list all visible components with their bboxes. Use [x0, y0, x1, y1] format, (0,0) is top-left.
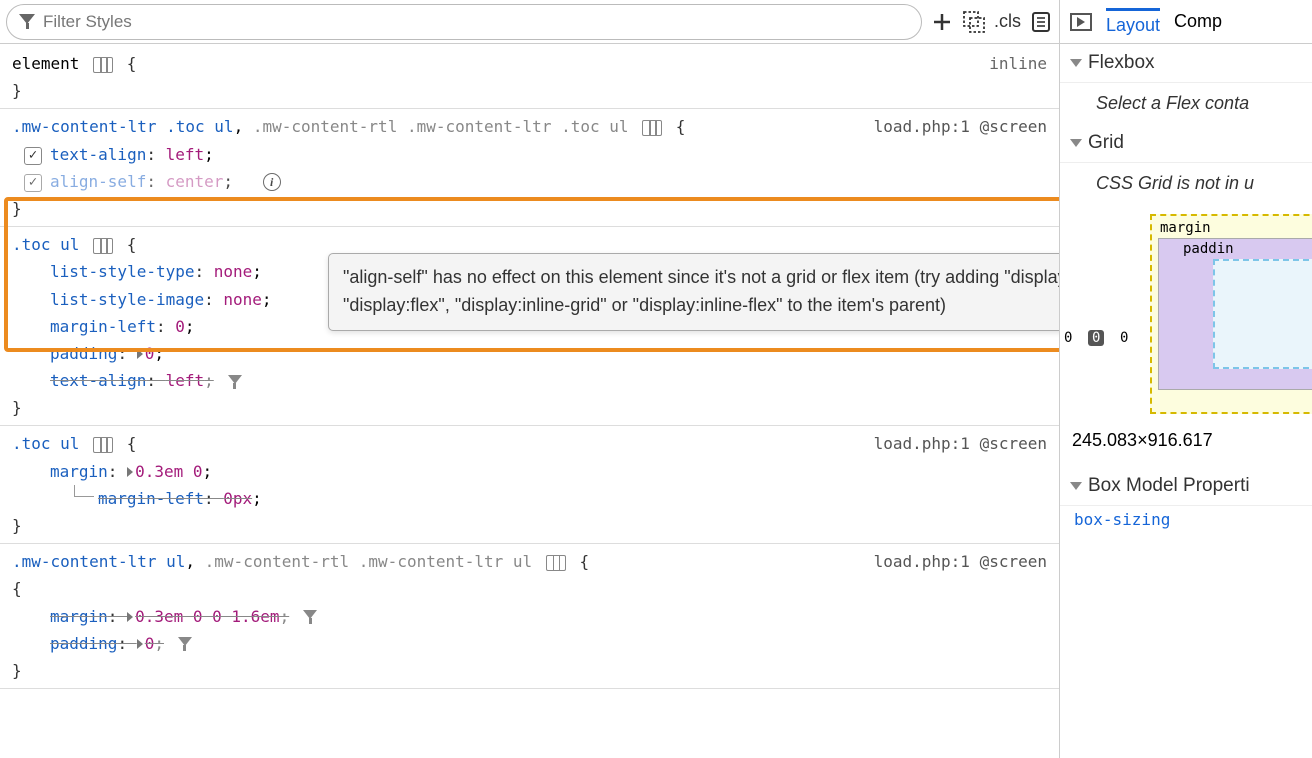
declaration-toggle[interactable]: ✓: [24, 147, 42, 165]
declaration[interactable]: ✓ align-self: center; i: [12, 168, 1047, 195]
cls-toggle[interactable]: .cls: [994, 11, 1021, 32]
declaration[interactable]: ✓ text-align: left;: [12, 141, 1047, 168]
filter-icon: [19, 14, 35, 30]
expand-twisty[interactable]: [137, 639, 143, 649]
section-grid-body: CSS Grid is not in u: [1060, 163, 1312, 204]
selector[interactable]: .toc ul {: [12, 430, 136, 457]
box-sizing-prop[interactable]: box-sizing: [1060, 506, 1312, 533]
declaration[interactable]: margin: 0.3em 0 0 1.6em;: [12, 603, 1047, 630]
styles-toolbar: .cls: [0, 0, 1059, 44]
declaration[interactable]: padding: 0;: [12, 630, 1047, 657]
tab-computed[interactable]: Comp: [1174, 11, 1222, 32]
flex-badge-icon[interactable]: [93, 238, 113, 254]
layout-tabs: Layout Comp: [1060, 0, 1312, 44]
rule-block[interactable]: .mw-content-ltr .toc ul, .mw-content-rtl…: [0, 109, 1059, 227]
play-icon[interactable]: [1070, 13, 1092, 31]
sub-declaration[interactable]: margin-left: 0px;: [12, 485, 1047, 512]
info-icon[interactable]: i: [263, 173, 281, 191]
filter-overridden-icon[interactable]: [178, 637, 193, 651]
border-left-val[interactable]: 0: [1088, 330, 1104, 346]
section-flexbox-body: Select a Flex conta: [1060, 83, 1312, 124]
rule-block[interactable]: .mw-content-ltr ul, .mw-content-rtl .mw-…: [0, 544, 1059, 689]
add-rule-button[interactable]: [930, 10, 954, 34]
declaration[interactable]: text-align: left;: [12, 367, 1047, 394]
tab-layout[interactable]: Layout: [1106, 8, 1160, 36]
section-grid-header[interactable]: Grid: [1060, 124, 1312, 163]
selector[interactable]: .toc ul {: [12, 231, 136, 258]
rule-location[interactable]: inline: [989, 50, 1047, 77]
chevron-down-icon: [1070, 59, 1082, 67]
filter-overridden-icon[interactable]: [228, 375, 243, 389]
section-flexbox-header[interactable]: Flexbox: [1060, 44, 1312, 83]
selector-text: element: [12, 54, 79, 73]
expand-twisty[interactable]: [137, 349, 143, 359]
expand-twisty[interactable]: [127, 467, 133, 477]
flex-badge-icon[interactable]: [642, 120, 662, 136]
selector[interactable]: .mw-content-ltr .toc ul, .mw-content-rtl…: [12, 113, 685, 140]
rule-location[interactable]: load.php:1 @screen: [874, 430, 1047, 457]
selector[interactable]: .mw-content-ltr ul, .mw-content-rtl .mw-…: [12, 548, 589, 575]
box-model-props-header[interactable]: Box Model Properti: [1060, 467, 1312, 506]
stylesheet-icon[interactable]: [1029, 10, 1053, 34]
declaration[interactable]: margin: 0.3em 0;: [12, 458, 1047, 485]
chevron-down-icon: [1070, 139, 1082, 147]
box-model-diagram[interactable]: margin border paddin 0 0 0: [1150, 214, 1312, 414]
rule-location[interactable]: load.php:1 @screen: [874, 113, 1047, 140]
declaration-toggle[interactable]: ✓: [24, 174, 42, 192]
margin-left-val[interactable]: 0: [1064, 330, 1072, 346]
flex-badge-icon[interactable]: [93, 437, 113, 453]
chevron-down-icon: [1070, 482, 1082, 490]
branch-icon: [74, 485, 94, 497]
hover-pseudo-button[interactable]: [962, 10, 986, 34]
element-dimensions: 245.083×916.617: [1060, 414, 1312, 467]
padding-left-val[interactable]: 0: [1120, 330, 1128, 346]
flex-badge-icon[interactable]: [93, 57, 113, 73]
inactive-css-tooltip: "align-self" has no effect on this eleme…: [328, 253, 1059, 331]
filter-overridden-icon[interactable]: [303, 610, 318, 624]
rules-list: "align-self" has no effect on this eleme…: [0, 44, 1059, 691]
filter-styles-box[interactable]: [6, 4, 922, 40]
rule-block[interactable]: element { inline }: [0, 46, 1059, 109]
selector[interactable]: element {: [12, 50, 136, 77]
rule-block[interactable]: .toc ul { load.php:1 @screen margin: 0.3…: [0, 426, 1059, 544]
margin-label: margin: [1160, 220, 1211, 236]
flex-badge-icon[interactable]: [546, 555, 566, 571]
padding-label: paddin: [1183, 241, 1234, 257]
expand-twisty[interactable]: [127, 612, 133, 622]
declaration[interactable]: padding: 0;: [12, 340, 1047, 367]
filter-styles-input[interactable]: [43, 12, 909, 32]
rule-location[interactable]: load.php:1 @screen: [874, 548, 1047, 575]
